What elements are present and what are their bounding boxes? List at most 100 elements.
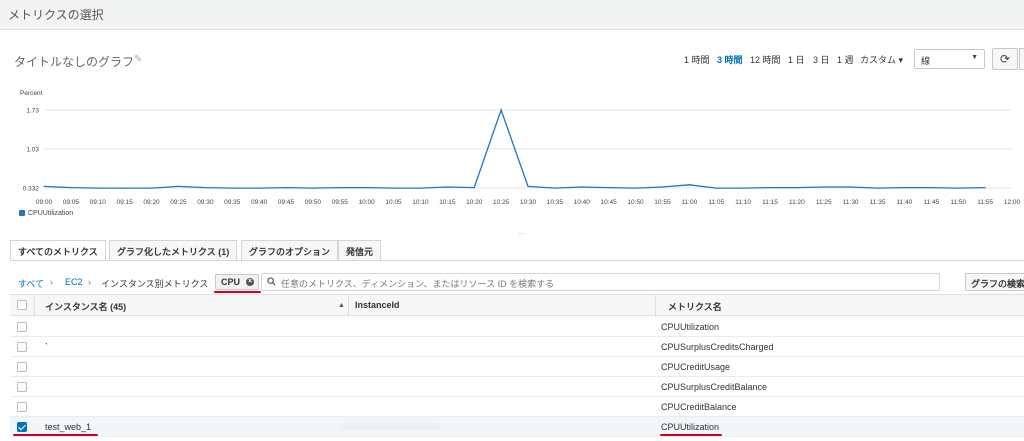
annotation-underline <box>214 291 261 293</box>
search-input[interactable]: 任意のメトリクス、ディメンション、またはリソース ID を検索する <box>261 273 940 291</box>
range-custom[interactable]: カスタム ▾ <box>860 53 903 66</box>
data-point <box>688 184 690 186</box>
graph-search-button[interactable]: グラフの検索 <box>965 273 1024 291</box>
row-checkbox[interactable] <box>17 362 27 372</box>
metric-name-cell: CPUSurplusCreditsCharged <box>661 342 774 352</box>
close-icon[interactable]: × <box>246 278 254 286</box>
data-point <box>903 186 906 189</box>
row-checkbox[interactable] <box>17 382 27 392</box>
row-checkbox[interactable] <box>17 422 27 432</box>
x-tick-label: 09:05 <box>63 199 80 206</box>
legend-swatch <box>19 210 25 216</box>
table-row[interactable]: CPUCreditUsage <box>10 357 1024 377</box>
annotation-underline <box>660 434 722 436</box>
table-row[interactable]: test_web_1 CPUUtilization <box>10 417 1024 437</box>
range-1w[interactable]: 1 週 <box>837 53 854 66</box>
y-tick-label: 0.332 <box>23 186 40 193</box>
x-tick-label: 09:25 <box>170 199 187 206</box>
data-point <box>366 186 368 189</box>
column-instance-name[interactable]: インスタンス名 (45) <box>45 300 126 313</box>
caret-down-icon: ▼ <box>971 54 978 61</box>
resize-handle[interactable]: … <box>518 229 525 236</box>
y-axis-label: Percent <box>20 90 43 97</box>
breadcrumb-ec2[interactable]: EC2 <box>65 277 83 287</box>
x-tick-label: 10:50 <box>627 199 644 206</box>
data-point <box>177 185 180 188</box>
chevron-right-icon: › <box>50 277 53 287</box>
data-point <box>984 186 986 189</box>
column-instance-id[interactable]: InstanceId <box>355 300 400 310</box>
sort-ascending-icon[interactable]: ▲ <box>338 302 345 309</box>
tab-graph-options[interactable]: グラフのオプション <box>241 240 339 260</box>
table-row[interactable]: CPUSurplusCreditBalance <box>10 377 1024 397</box>
data-point <box>500 109 502 111</box>
data-point <box>258 187 260 189</box>
range-3d[interactable]: 3 日 <box>813 53 830 66</box>
tab-all-metrics[interactable]: すべてのメトリクス <box>10 240 106 261</box>
data-point <box>554 187 556 189</box>
page-title: メトリクスの選択 <box>8 8 104 22</box>
refresh-button[interactable]: ⟳ <box>992 48 1018 70</box>
table-row[interactable]: CPUUtilization <box>10 317 1024 337</box>
data-point <box>339 186 341 189</box>
x-tick-label: 11:45 <box>923 199 939 206</box>
range-1d[interactable]: 1 日 <box>788 53 805 66</box>
chart-type-value: 線 <box>921 56 931 66</box>
refresh-icon: ⟳ <box>999 52 1011 66</box>
select-all-checkbox[interactable] <box>17 300 27 310</box>
table-row[interactable]: ` CPUSurplusCreditsCharged <box>10 337 1024 357</box>
x-tick-label: 10:25 <box>493 199 510 206</box>
x-tick-label: 11:25 <box>816 199 832 206</box>
search-icon <box>267 277 276 286</box>
graph-title[interactable]: タイトルなしのグラフ <box>14 53 134 70</box>
data-point <box>581 186 583 188</box>
data-point <box>446 186 448 188</box>
x-tick-label: 11:35 <box>870 199 886 206</box>
data-point <box>124 187 126 189</box>
x-tick-label: 10:45 <box>601 199 618 206</box>
x-tick-label: 11:15 <box>762 199 778 206</box>
data-point <box>419 187 422 189</box>
data-point <box>97 187 99 189</box>
y-tick-label: 1.73 <box>26 108 39 115</box>
range-12h[interactable]: 12 時間 <box>750 53 781 66</box>
chart-type-select[interactable]: 線 ▼ <box>914 49 985 69</box>
range-3h[interactable]: 3 時間 <box>717 53 743 66</box>
data-point <box>43 185 45 188</box>
instance-name-cell: ` <box>45 342 48 352</box>
tab-graphed-metrics[interactable]: グラフ化したメトリクス (1) <box>109 240 238 260</box>
data-point <box>312 187 314 189</box>
data-point <box>204 186 206 189</box>
cpu-utilization-chart: Percent 1.73 1.03 0.332 09:00 09:05 09:10 09:1… <box>20 90 1021 206</box>
pencil-icon[interactable]: ✎ <box>134 54 142 65</box>
data-point <box>285 186 287 189</box>
data-point <box>742 187 744 189</box>
table-row[interactable]: CPUCreditBalance <box>10 397 1024 417</box>
x-tick-label: 12:00 <box>1004 199 1021 206</box>
data-point <box>850 186 852 188</box>
chart-legend[interactable]: CPUUtilization <box>19 210 73 217</box>
x-tick-label: 10:20 <box>466 199 483 206</box>
graph-menu-button[interactable] <box>1019 48 1024 70</box>
x-tick-label: 09:50 <box>305 199 322 206</box>
column-metric-name[interactable]: メトリクス名 <box>668 300 722 313</box>
instance-name-cell: test_web_1 <box>45 422 92 432</box>
x-tick-label: 10:40 <box>574 199 591 206</box>
row-checkbox[interactable] <box>17 342 27 352</box>
data-point <box>876 187 879 189</box>
data-point <box>823 186 825 188</box>
x-tick-label: 09:30 <box>197 199 214 206</box>
data-point <box>473 186 475 189</box>
x-tick-label: 11:50 <box>950 199 966 206</box>
data-point <box>715 187 717 189</box>
range-1h[interactable]: 1 時間 <box>684 53 710 66</box>
row-checkbox[interactable] <box>17 322 27 332</box>
data-point <box>930 186 932 189</box>
tab-source[interactable]: 発信元 <box>338 240 382 260</box>
row-checkbox[interactable] <box>17 402 27 412</box>
breadcrumb-all[interactable]: すべて <box>18 277 44 290</box>
x-tick-label: 11:30 <box>843 199 859 206</box>
x-tick-label: 10:15 <box>439 199 456 206</box>
x-tick-label: 09:00 <box>36 199 53 206</box>
column-divider <box>348 295 349 317</box>
